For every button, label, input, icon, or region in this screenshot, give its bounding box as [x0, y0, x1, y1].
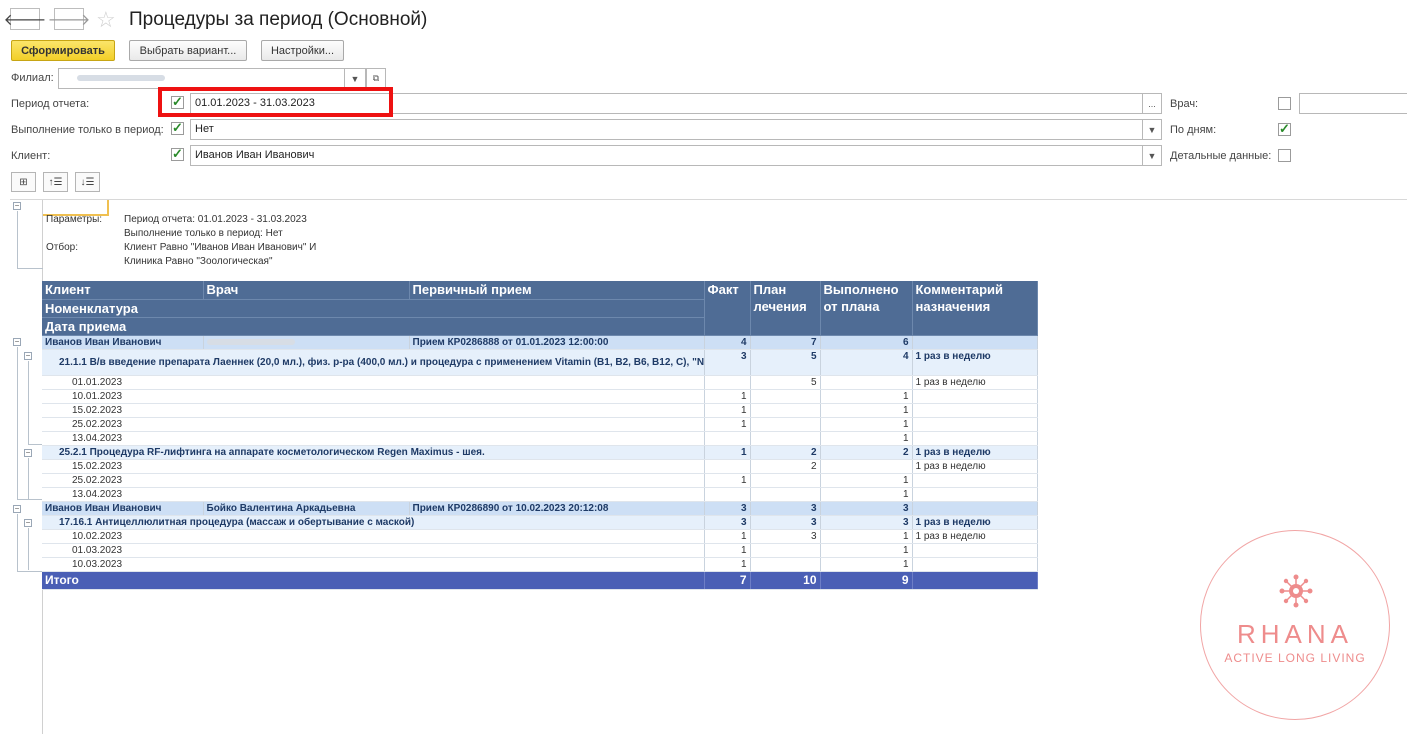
filter-line-clinic: Клиника Равно "Зоологическая" — [124, 256, 273, 267]
tree-line — [28, 361, 29, 445]
params-label: Параметры: — [46, 214, 103, 225]
doctor-label: Врач: — [1170, 98, 1199, 110]
client-field[interactable]: Иванов Иван Иванович — [190, 145, 1143, 166]
tree-line — [17, 571, 43, 572]
virus-logo-icon — [1279, 574, 1313, 608]
by-days-label: По дням: — [1170, 124, 1217, 136]
tree-line — [28, 458, 29, 500]
table-row[interactable]: 15.02.2023 1 1 — [42, 403, 1038, 418]
group-level-icon: ⊞ — [19, 176, 28, 188]
col-client-header: Клиент — [42, 281, 204, 300]
table-row[interactable]: 25.2.1 Процедура RF-лифтинга на аппарате… — [42, 445, 1038, 460]
expand-icon: ↓☰ — [80, 176, 95, 188]
only-in-period-field[interactable]: Нет — [190, 119, 1143, 140]
col-plan-header: План лечения — [750, 281, 821, 336]
only-in-period-dropdown[interactable]: ▼ — [1142, 119, 1162, 140]
report-table: Клиент Врач Первичный прием Факт План леч… — [42, 281, 1038, 590]
group-level-button[interactable]: ⊞ — [11, 172, 36, 192]
col-done-header: Выполнено от плана — [820, 281, 913, 336]
period-select-button[interactable]: ... — [1142, 93, 1162, 114]
arrow-left-icon: 🡐 — [3, 11, 47, 29]
choose-variant-button[interactable]: Выбрать вариант... — [129, 40, 247, 61]
table-row[interactable]: 21.1.1 В/в введение препарата Лаеннек (2… — [42, 349, 1038, 376]
doctor-field[interactable] — [1299, 93, 1407, 114]
filter-label: Отбор: — [46, 242, 78, 253]
table-row[interactable]: 10.02.2023 1 3 1 1 раз в неделю — [42, 529, 1038, 544]
tree-line — [28, 528, 29, 570]
collapse-params-icon[interactable]: − — [13, 202, 21, 210]
branch-dropdown-button[interactable]: ▼ — [344, 68, 366, 89]
highlight-box — [158, 87, 393, 117]
detailed-label: Детальные данные: — [1170, 150, 1272, 162]
collapse-group-2-icon[interactable]: − — [13, 505, 21, 513]
params-line-period: Период отчета: 01.01.2023 - 31.03.2023 — [124, 214, 307, 225]
col-doctor-header: Врач — [203, 281, 410, 300]
table-header-row: Клиент Врач Первичный прием Факт План леч… — [42, 281, 1038, 336]
collapse-group-1b-icon[interactable]: − — [24, 449, 32, 457]
watermark-brand: RHANA — [1236, 619, 1353, 649]
table-row[interactable]: 01.01.2023 5 1 раз в неделю — [42, 375, 1038, 390]
col-nomenclature-header: Номенклатура — [42, 299, 705, 318]
col-first-header: Первичный прием — [409, 281, 705, 300]
open-icon: ⧉ — [372, 73, 380, 83]
table-row[interactable]: Иванов Иван Иванович Прием КР0286888 от … — [42, 335, 1038, 350]
branch-label: Филиал: — [11, 72, 54, 84]
table-row[interactable]: 01.03.2023 1 1 — [42, 543, 1038, 558]
table-row[interactable]: 15.02.2023 2 1 раз в неделю — [42, 459, 1038, 474]
col-comment-header: Комментарий назначения — [912, 281, 1038, 336]
tree-line — [28, 444, 42, 445]
branch-field[interactable] — [58, 68, 345, 89]
doctor-checkbox[interactable] — [1278, 97, 1291, 110]
tree-line — [17, 499, 43, 500]
watermark-tagline: ACTIVE LONG LIVING — [1224, 651, 1366, 665]
collapse-group-1a-icon[interactable]: − — [24, 352, 32, 360]
table-row[interactable]: 13.04.2023 1 — [42, 431, 1038, 446]
generate-button[interactable]: Сформировать — [11, 40, 115, 61]
tree-line — [17, 211, 18, 269]
params-line-only: Выполнение только в период: Нет — [124, 228, 283, 239]
chevron-down-icon: ▼ — [350, 73, 360, 84]
table-row[interactable]: 10.01.2023 1 1 — [42, 389, 1038, 404]
col-fact-header: Факт — [704, 281, 751, 336]
table-row[interactable]: 17.16.1 Антицеллюлитная процедура (масса… — [42, 515, 1038, 530]
col-date-header: Дата приема — [42, 317, 705, 336]
client-label: Клиент: — [11, 150, 51, 162]
report-top-divider — [10, 199, 1407, 200]
chevron-down-icon: ▼ — [1147, 150, 1157, 161]
expand-groups-button[interactable]: ↓☰ — [75, 172, 100, 192]
chevron-down-icon: ▼ — [1147, 124, 1157, 135]
client-dropdown[interactable]: ▼ — [1142, 145, 1162, 166]
only-in-period-label: Выполнение только в период: — [11, 124, 164, 136]
table-row[interactable]: 13.04.2023 1 — [42, 487, 1038, 502]
tree-line — [17, 268, 43, 269]
collapse-group-2a-icon[interactable]: − — [24, 519, 32, 527]
forward-button[interactable]: 🡒 — [48, 8, 90, 30]
table-row[interactable]: 10.03.2023 1 1 — [42, 557, 1038, 572]
detailed-checkbox[interactable] — [1278, 149, 1291, 162]
tree-line — [17, 347, 18, 499]
table-row[interactable]: 25.02.2023 1 1 — [42, 473, 1038, 488]
star-icon[interactable]: ☆ — [96, 7, 116, 33]
client-checkbox[interactable] — [171, 146, 184, 162]
branch-open-button[interactable]: ⧉ — [366, 68, 386, 89]
rhana-watermark: RHANA ACTIVE LONG LIVING — [1200, 530, 1390, 720]
back-button[interactable]: 🡐 — [4, 8, 46, 30]
filter-line-client: Клиент Равно "Иванов Иван Иванович" И — [124, 242, 317, 253]
collapse-icon: ↑☰ — [48, 176, 63, 188]
table-row[interactable]: 25.02.2023 1 1 — [42, 417, 1038, 432]
table-row[interactable]: Иванов Иван Иванович Бойко Валентина Арк… — [42, 501, 1038, 516]
by-days-checkbox[interactable] — [1278, 121, 1291, 137]
redacted-value — [77, 75, 165, 82]
settings-button[interactable]: Настройки... — [261, 40, 344, 61]
period-label: Период отчета: — [11, 98, 90, 110]
page-title: Процедуры за период (Основной) — [129, 9, 428, 30]
redacted-value — [206, 338, 295, 345]
total-row[interactable]: Итого 7 10 9 — [42, 571, 1038, 590]
arrow-right-icon: 🡒 — [47, 11, 91, 29]
collapse-groups-button[interactable]: ↑☰ — [43, 172, 68, 192]
collapse-group-1-icon[interactable]: − — [13, 338, 21, 346]
only-in-period-checkbox[interactable] — [171, 120, 184, 136]
tree-line — [17, 514, 18, 572]
